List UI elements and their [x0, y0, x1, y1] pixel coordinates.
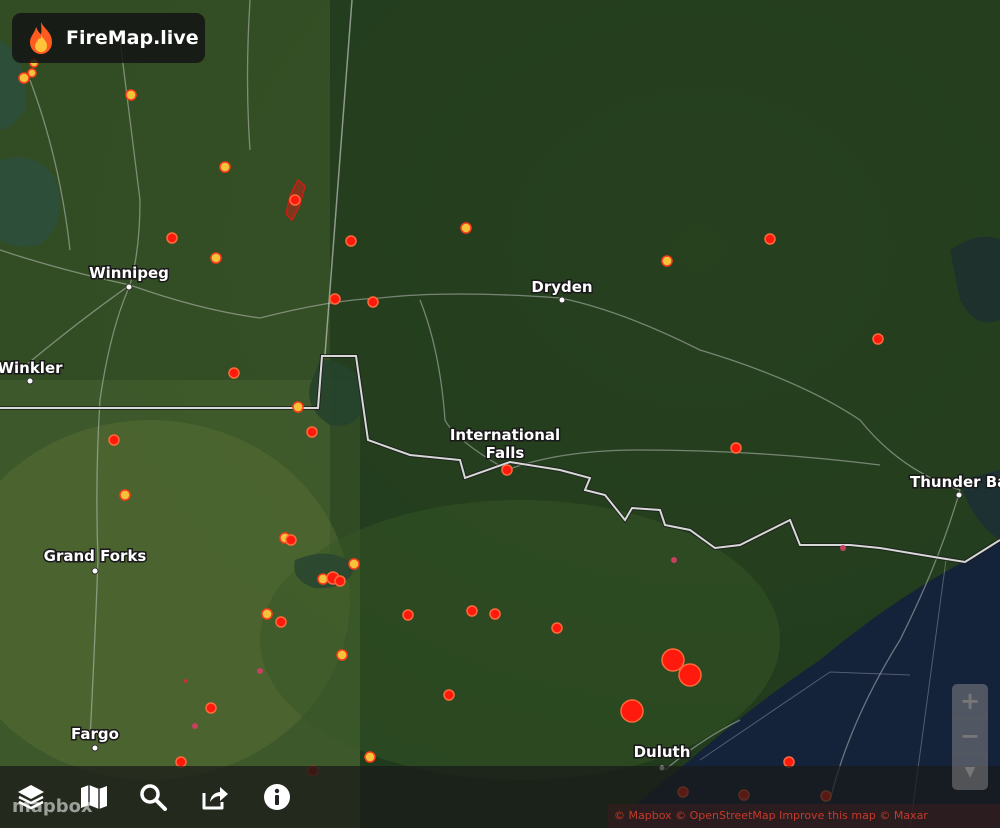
fire-marker[interactable] — [210, 252, 222, 264]
city-dot — [26, 377, 34, 385]
flame-logo-icon — [30, 22, 52, 54]
fire-marker[interactable] — [671, 557, 677, 563]
fire-marker[interactable] — [184, 679, 188, 683]
city-label-international: International — [450, 426, 560, 444]
fire-marker[interactable] — [329, 293, 341, 305]
fire-marker[interactable] — [292, 401, 304, 413]
attribution-text: © Mapbox © OpenStreetMap Improve this ma… — [614, 809, 928, 822]
fire-marker[interactable] — [257, 668, 263, 674]
city-label-falls: Falls — [486, 444, 525, 462]
city-dot — [91, 744, 99, 752]
zoom-control: + − ▼ — [952, 684, 988, 790]
fire-marker[interactable] — [345, 235, 357, 247]
app-logo-badge[interactable]: FireMap.live — [12, 13, 205, 63]
fire-marker[interactable] — [678, 663, 702, 687]
search-button[interactable] — [137, 781, 169, 813]
fire-marker[interactable] — [730, 442, 742, 454]
city-dot — [558, 296, 566, 304]
info-button[interactable] — [261, 781, 293, 813]
fire-marker[interactable] — [108, 434, 120, 446]
fire-marker[interactable] — [336, 649, 348, 661]
map-canvas[interactable]: Winnipeg Winkler Dryden International Fa… — [0, 0, 1000, 828]
fire-marker[interactable] — [306, 426, 318, 438]
city-dot — [955, 491, 963, 499]
share-icon — [202, 787, 228, 810]
fire-marker[interactable] — [228, 367, 240, 379]
map-attribution[interactable]: © Mapbox © OpenStreetMap Improve this ma… — [608, 804, 1000, 828]
fire-marker[interactable] — [219, 161, 231, 173]
fire-marker[interactable] — [285, 534, 297, 546]
fire-marker[interactable] — [443, 689, 455, 701]
fire-marker[interactable] — [364, 751, 376, 763]
fire-marker[interactable] — [205, 702, 217, 714]
share-button[interactable] — [199, 781, 231, 813]
fire-marker[interactable] — [334, 575, 346, 587]
fire-marker[interactable] — [466, 605, 478, 617]
fire-marker[interactable] — [460, 222, 472, 234]
fire-marker[interactable] — [402, 609, 414, 621]
city-label-fargo: Fargo — [71, 725, 119, 743]
city-dot — [91, 567, 99, 575]
zoom-out-button[interactable]: − — [952, 719, 988, 754]
city-label-dryden: Dryden — [531, 278, 592, 296]
app-brand-name: FireMap.live — [66, 27, 199, 49]
city-label-thunder-bay: Thunder Ba — [910, 473, 1000, 491]
fire-marker[interactable] — [125, 89, 137, 101]
city-dot — [125, 283, 133, 291]
fire-marker[interactable] — [620, 699, 644, 723]
fire-marker[interactable] — [289, 194, 301, 206]
fire-marker[interactable] — [348, 558, 360, 570]
city-label-winkler: Winkler — [0, 359, 63, 377]
fire-marker[interactable] — [840, 545, 846, 551]
fire-marker[interactable] — [275, 616, 287, 628]
city-label-winnipeg: Winnipeg — [89, 264, 169, 282]
fire-marker[interactable] — [661, 255, 673, 267]
fire-marker[interactable] — [192, 723, 198, 729]
city-label-duluth: Duluth — [634, 743, 691, 761]
fire-marker[interactable] — [489, 608, 501, 620]
fire-marker[interactable] — [501, 464, 513, 476]
fire-marker[interactable] — [764, 233, 776, 245]
fire-marker[interactable] — [261, 608, 273, 620]
fire-marker[interactable] — [166, 232, 178, 244]
info-icon — [264, 784, 290, 810]
mapbox-logo-text: mapbox — [12, 796, 93, 817]
city-label-grand-forks: Grand Forks — [44, 547, 147, 565]
fire-marker[interactable] — [872, 333, 884, 345]
zoom-in-button[interactable]: + — [952, 684, 988, 719]
fire-marker[interactable] — [27, 68, 37, 78]
fire-marker[interactable] — [119, 489, 131, 501]
fire-marker[interactable] — [551, 622, 563, 634]
search-icon — [140, 784, 167, 811]
fire-marker[interactable] — [367, 296, 379, 308]
compass-button[interactable]: ▼ — [952, 754, 988, 789]
fire-marker[interactable] — [661, 648, 685, 672]
mapbox-logo[interactable]: mapbox — [12, 796, 93, 817]
